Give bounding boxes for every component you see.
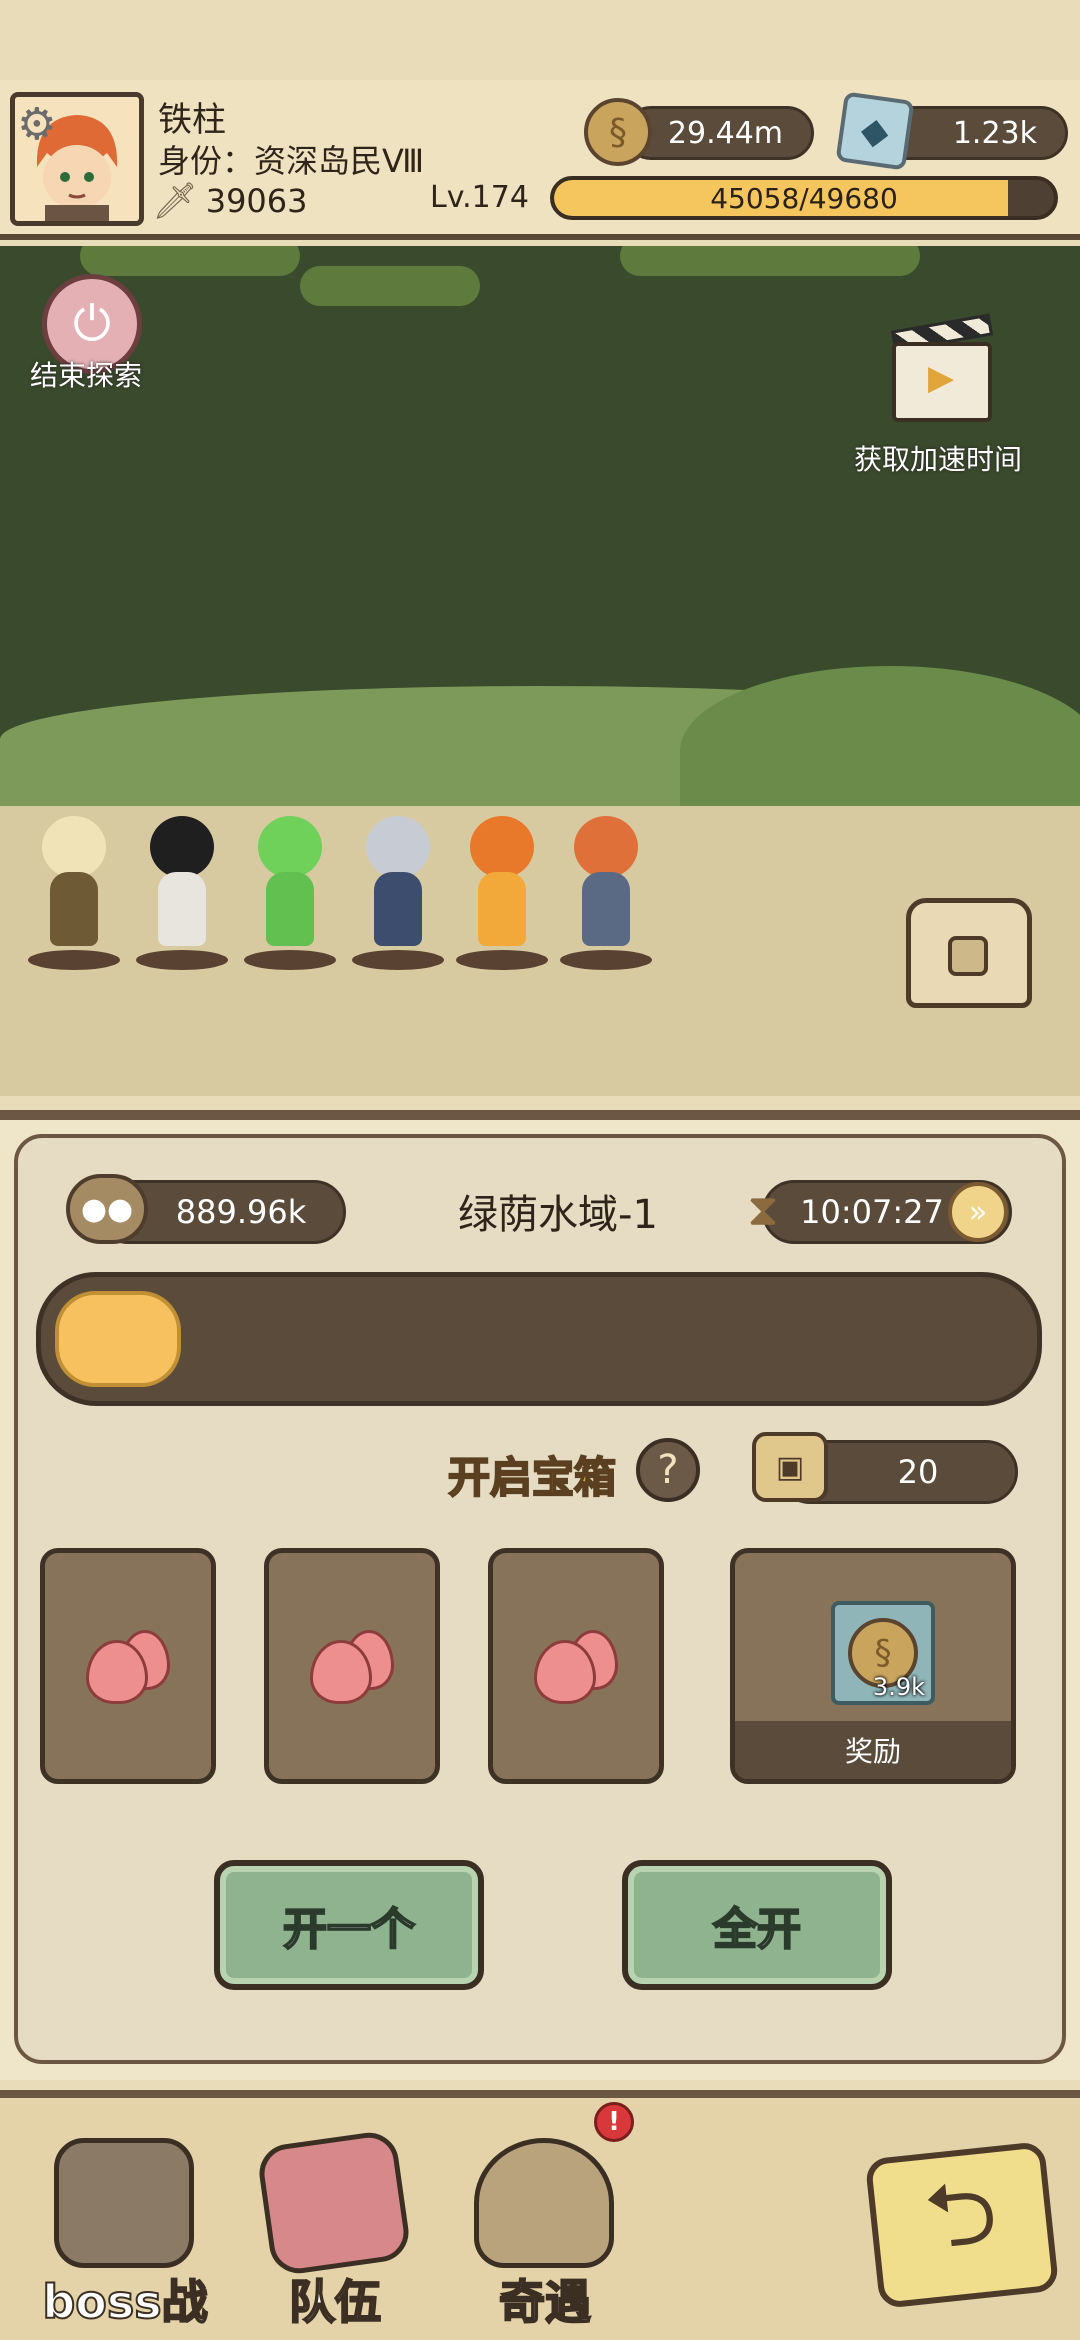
skull-icon — [54, 2138, 194, 2268]
combat-power-value: 39063 — [205, 182, 308, 220]
party-member — [136, 816, 228, 970]
sword-icon: 🗡 — [152, 181, 198, 222]
nav-boss-battle[interactable]: boss战 — [40, 2128, 210, 2330]
open-chest-label: 开启宝箱 — [447, 1452, 617, 1503]
nav-team[interactable]: 队伍 — [250, 2128, 420, 2330]
reward-quantity: 3.9k — [872, 1673, 925, 1701]
open-one-button[interactable]: 开一个 — [214, 1860, 484, 1990]
play-icon: ▶ — [928, 358, 955, 398]
timer-value: 10:07:27 — [800, 1193, 944, 1231]
exploration-scene: ⏻ 结束探索 ▶ 获取加速时间 — [0, 246, 1080, 1096]
flag-icon — [255, 2128, 413, 2278]
nav-boss-label: boss战 — [41, 2274, 208, 2330]
party-member — [456, 816, 548, 970]
explore-progress-bar — [36, 1272, 1042, 1406]
coin-icon: § — [584, 98, 652, 166]
gem-value: 1.23k — [952, 115, 1037, 151]
coin-value: 29.44m — [667, 115, 783, 151]
chest-panel: 889.96k ●● 绿荫水域-1 10:07:27 ⧗ » 开启宝箱 ? 20… — [0, 1110, 1080, 2080]
strawberry-icon — [528, 1626, 624, 1706]
player-level: Lv.174 — [430, 180, 529, 215]
chest-slot[interactable] — [488, 1548, 664, 1784]
region-name: 绿荫水域-1 — [458, 1192, 658, 1238]
vine-decoration — [80, 246, 300, 276]
chest-panel-inner: 889.96k ●● 绿荫水域-1 10:07:27 ⧗ » 开启宝箱 ? 20… — [14, 1134, 1066, 2064]
help-button[interactable]: ? — [636, 1438, 700, 1502]
explore-progress-fill — [55, 1291, 181, 1387]
strawberry-icon — [80, 1626, 176, 1706]
nav-encounter[interactable]: 奇遇 — [460, 2128, 630, 2330]
chest-slot[interactable] — [40, 1548, 216, 1784]
strawberry-icon — [304, 1626, 400, 1706]
speed-up-label: 获取加速时间 — [854, 443, 1023, 476]
end-explore-label: 结束探索 — [30, 359, 143, 392]
power-icon: ⏻ — [73, 295, 111, 352]
seed-bag-icon: ⧗ — [747, 1184, 779, 1236]
seed-value: 889.96k — [175, 1193, 307, 1231]
reward-item: § 3.9k — [831, 1601, 935, 1705]
nav-team-label: 队伍 — [288, 2274, 382, 2330]
player-header: ⚙ 铁柱 身份：资深岛民Ⅷ 🗡 39063 29.44m § 1.23k ◆ L… — [0, 80, 1080, 240]
chest-lock-icon — [948, 936, 988, 976]
open-all-button[interactable]: 全开 — [622, 1860, 892, 1990]
experience-bar: 45058/49680 — [550, 176, 1058, 220]
party-member — [28, 816, 120, 970]
return-arrow-icon: ⮌ — [919, 2158, 1003, 2271]
settings-gear-icon[interactable]: ⚙ — [17, 99, 56, 150]
vine-decoration — [300, 266, 480, 306]
party-member-leader — [560, 816, 652, 970]
nav-encounter-label: 奇遇 — [498, 2274, 592, 2330]
coin-counter[interactable]: 29.44m — [624, 106, 814, 160]
player-name: 铁柱 — [158, 100, 226, 140]
vine-decoration — [620, 246, 920, 276]
chest-count-value: 20 — [897, 1453, 939, 1491]
experience-text: 45058/49680 — [710, 181, 898, 215]
party-member — [244, 816, 336, 970]
fast-forward-button[interactable]: » — [948, 1182, 1008, 1242]
notification-badge: ! — [594, 2102, 634, 2142]
party-member — [352, 816, 444, 970]
chest-slot[interactable] — [264, 1548, 440, 1784]
player-title: 身份：资深岛民Ⅷ — [158, 142, 425, 180]
return-button[interactable]: ⮌ — [864, 2141, 1060, 2309]
fast-forward-icon: » — [968, 1194, 988, 1230]
player-avatar[interactable]: ⚙ — [10, 92, 144, 226]
coin-sack-icon — [474, 2138, 614, 2268]
reward-slot[interactable]: § 3.9k 奖励 — [730, 1548, 1016, 1784]
reward-label: 奖励 — [735, 1721, 1011, 1779]
combat-power: 🗡 39063 — [152, 180, 308, 222]
chest-icon: ▣ — [752, 1432, 828, 1502]
diamond-icon: ◆ — [835, 91, 915, 171]
seeds-icon: ●● — [66, 1174, 148, 1244]
question-icon: ? — [657, 1447, 679, 1493]
